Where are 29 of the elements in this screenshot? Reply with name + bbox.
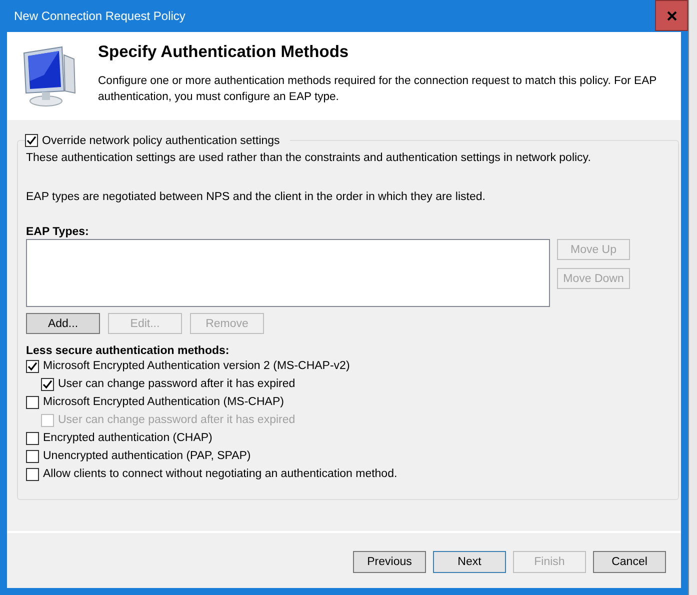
- checkbox[interactable]: [26, 432, 39, 444]
- wizard-button[interactable]: Previous: [353, 551, 426, 573]
- list-label: EAP Types:: [26, 226, 89, 238]
- wizard-button[interactable]: Next: [433, 551, 506, 573]
- page-title: Specify Authentication Methods: [98, 43, 350, 62]
- checkbox-label: Microsoft Encrypted Authentication (MS-CHAP): [43, 396, 284, 408]
- wizard-button[interactable]: Cancel: [593, 551, 666, 573]
- page-description: Configure one or more authentication methods required for the connection request to match this policy. For EAP authentication, you must configure an EAP type.: [98, 74, 658, 105]
- checkbox[interactable]: [41, 378, 54, 390]
- checkbox[interactable]: [26, 360, 39, 372]
- section-heading: Less secure authentication methods:: [26, 345, 230, 357]
- close-icon: [666, 10, 676, 20]
- list-action-button[interactable]: Add...: [26, 313, 100, 334]
- checkbox[interactable]: [26, 468, 39, 480]
- checkbox-label: Microsoft Encrypted Authentication version 2 (MS-CHAP-v2): [43, 360, 350, 372]
- checkbox[interactable]: [26, 396, 39, 408]
- checkbox-label: Allow clients to connect without negotiating an authentication method.: [43, 468, 398, 480]
- eap-types-list[interactable]: [26, 239, 550, 307]
- window-title: New Connection Request Policy: [13, 9, 186, 23]
- info-text: EAP types are negotiated between NPS and the client in the order in which they are listed.: [26, 191, 486, 203]
- checkbox-label: User can change password after it has expired: [58, 414, 296, 426]
- close-button[interactable]: [655, 0, 688, 31]
- checkbox-label: Override network policy authentication settings: [42, 134, 280, 146]
- checkbox-label: Unencrypted authentication (PAP, SPAP): [43, 450, 251, 462]
- checkbox-label: Encrypted authentication (CHAP): [43, 432, 212, 444]
- checkbox-label: User can change password after it has expired: [58, 378, 296, 390]
- info-text: These authentication settings are used rather than the constraints and authentication settings in network policy.: [26, 152, 591, 164]
- checkbox[interactable]: [26, 450, 39, 462]
- checkbox[interactable]: [25, 134, 38, 147]
